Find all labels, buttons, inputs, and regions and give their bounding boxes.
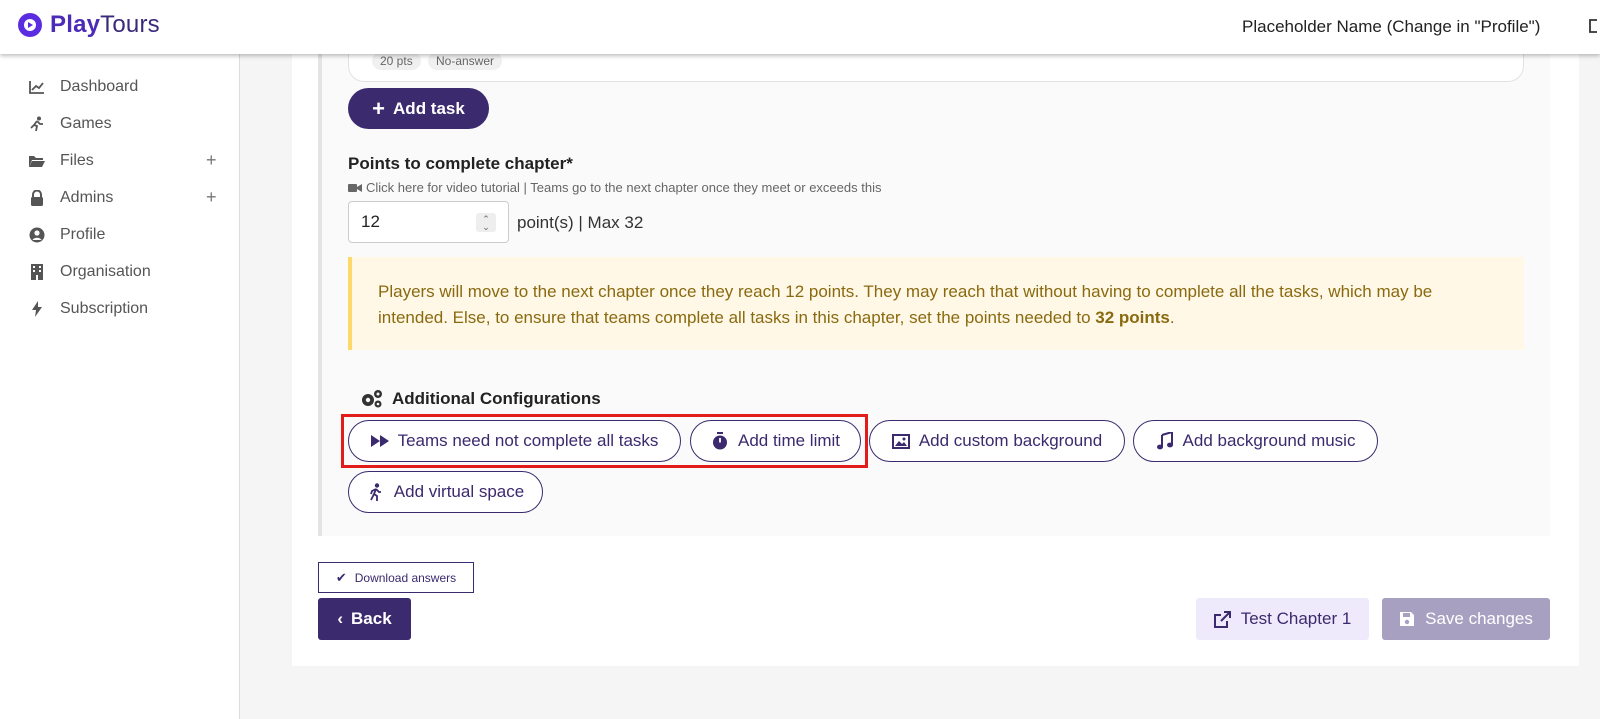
teams-need-not-complete-all-tasks-button[interactable]: Teams need not complete all tasks (348, 420, 681, 462)
sidebar-item-profile[interactable]: Profile (28, 222, 228, 248)
number-stepper-icon[interactable]: ⌃ ⌄ (476, 213, 496, 232)
sidebar-item-label: Subscription (60, 300, 149, 317)
sidebar-item-organisation[interactable]: Organisation (28, 259, 228, 285)
sidebar-item-files[interactable]: Files (28, 148, 228, 174)
chart-line-icon (28, 78, 46, 96)
add-task-label: Add task (393, 98, 465, 118)
top-bar: PlayTours Placeholder Name (Change in "P… (0, 0, 1600, 54)
back-button[interactable]: ‹ Back (318, 598, 411, 640)
download-answers-button[interactable]: ✔ Download answers (318, 562, 474, 593)
gears-icon (362, 390, 382, 408)
lock-icon (28, 189, 46, 207)
sidebar-item-label: Profile (60, 226, 106, 243)
external-link-icon (1213, 610, 1231, 628)
admins-expand-icon[interactable]: + (206, 187, 217, 208)
fast-forward-icon (370, 432, 389, 450)
logo-icon (18, 13, 42, 37)
building-icon (28, 263, 46, 281)
music-icon (1156, 432, 1174, 450)
logo-text: PlayTours (50, 11, 160, 38)
playtours-logo[interactable]: PlayTours (16, 11, 160, 39)
video-tutorial-link[interactable]: Click here for video tutorial | Teams go… (348, 180, 881, 195)
points-max-label: point(s) | Max 32 (517, 213, 644, 232)
add-time-limit-button[interactable]: Add time limit (690, 420, 861, 462)
sidebar-item-subscription[interactable]: Subscription (28, 296, 228, 322)
add-custom-background-button[interactable]: Add custom background (869, 420, 1125, 462)
files-expand-icon[interactable]: + (206, 150, 217, 171)
add-task-button[interactable]: + Add task (348, 88, 489, 129)
image-icon (891, 432, 910, 450)
save-changes-button[interactable]: Save changes (1382, 598, 1550, 640)
save-icon (1400, 612, 1415, 626)
user-circle-icon (28, 226, 46, 244)
bolt-icon (28, 300, 46, 318)
sidebar-item-dashboard[interactable]: Dashboard (28, 74, 228, 100)
sidebar: Dashboard Games Files + Admins + Profile… (0, 54, 240, 719)
points-warning: Players will move to the next chapter on… (348, 257, 1524, 350)
points-help-text: Click here for video tutorial | Teams go… (366, 180, 882, 195)
check-icon: ✔ (335, 569, 347, 585)
sidebar-item-admins[interactable]: Admins (28, 185, 228, 211)
points-title: Points to complete chapter* (348, 154, 573, 173)
additional-configurations-title: Additional Configurations (360, 389, 601, 409)
user-name[interactable]: Placeholder Name (Change in "Profile") (1242, 17, 1540, 37)
sidebar-item-label: Dashboard (60, 78, 139, 95)
add-background-music-button[interactable]: Add background music (1133, 420, 1378, 462)
folder-open-icon (28, 152, 46, 170)
sidebar-item-label: Admins (60, 189, 114, 206)
sidebar-item-label: Files (60, 152, 94, 169)
sidebar-item-label: Games (60, 115, 112, 132)
plus-icon: + (372, 95, 386, 121)
stopwatch-icon (711, 432, 729, 450)
task-type-tag: No-answer (428, 52, 503, 70)
logout-icon[interactable] (1588, 18, 1600, 34)
task-points-tag: 20 pts (372, 52, 421, 70)
chevron-left-icon: ‹ (337, 609, 344, 628)
sidebar-item-games[interactable]: Games (28, 111, 228, 137)
running-icon (28, 115, 46, 133)
sidebar-item-label: Organisation (60, 263, 151, 280)
add-virtual-space-button[interactable]: Add virtual space (348, 471, 543, 513)
video-camera-icon (348, 183, 362, 192)
walking-icon (367, 483, 385, 501)
test-chapter-button[interactable]: Test Chapter 1 (1196, 598, 1369, 640)
